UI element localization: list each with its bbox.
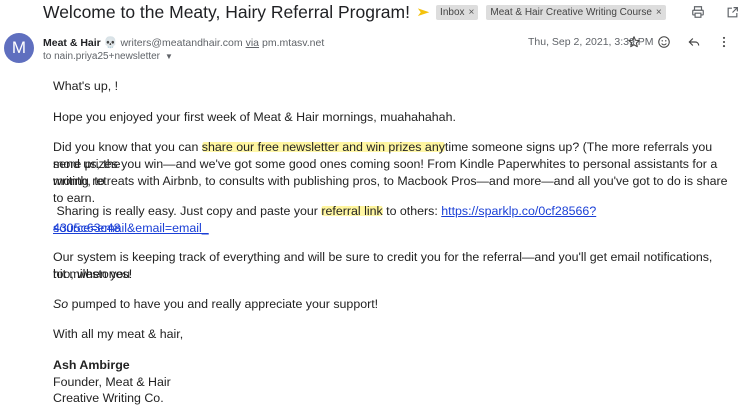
paragraph-sharing-line-2: 4305c63c48 [53,220,121,237]
paragraph-intro: Hope you enjoyed your first week of Meat… [53,110,456,124]
via-link[interactable]: via [246,37,259,49]
importance-marker-icon[interactable]: ➤ [416,5,430,19]
referral-link-continued[interactable]: 4305c63c48 [53,221,121,235]
print-icon[interactable] [690,4,706,20]
skull-emoji-icon: 💀 [103,37,118,49]
text-segment: Did you know that you can [53,140,202,154]
subject-toolbar [690,4,740,20]
via-domain: pm.mtasv.net [262,36,325,49]
show-details-chevron-icon[interactable]: ▼ [165,52,173,61]
more-options-icon[interactable] [716,34,732,50]
signoff: With all my meat & hair, [53,327,184,341]
signature-name: Ash Ambirge [53,358,130,372]
highlighted-text: referral link [321,204,383,218]
paragraph-sharing-line-1: Sharing is really easy. Just copy and pa… [53,203,733,237]
subject-row: Welcome to the Meaty, Hairy Referral Pro… [43,0,750,24]
email-subject: Welcome to the Meaty, Hairy Referral Pro… [43,1,410,22]
text-segment: pumped to have you and really appreciate… [68,297,379,311]
label-chip-course[interactable]: Meat & Hair Creative Writing Course × [486,4,666,20]
sender-row: Meat & Hair 💀 writers@meatandhair.com vi… [43,36,325,50]
greeting: What's up, ! [53,79,119,93]
paragraph-tracking-line-2: hit milestones! [53,267,133,281]
paragraph-referral-line-3: writing retreats with Airbnb, to consult… [53,174,732,205]
open-in-new-window-icon[interactable] [724,4,740,20]
message-actions [626,34,732,50]
remove-label-icon[interactable]: × [656,7,662,18]
label-chip-inbox[interactable]: Inbox × [436,4,479,20]
sender-avatar[interactable]: M [4,33,34,63]
star-icon[interactable] [626,34,642,50]
italic-text: So [53,297,69,311]
label-chip-text: Meat & Hair Creative Writing Course [490,6,652,18]
signature-title: Founder, Meat & Hair [53,375,171,389]
recipient-row[interactable]: to nain.priya25+newsletter ▼ [43,51,173,62]
sender-name[interactable]: Meat & Hair [43,37,101,49]
highlighted-text: share our free newsletter and win prizes… [201,140,445,154]
signature-organization: Creative Writing Co. [53,391,164,405]
reply-icon[interactable] [686,34,702,50]
text-segment: Sharing is really easy. Just copy and pa… [53,204,322,218]
sender-email[interactable]: writers@meatandhair.com [120,37,242,49]
paragraph-tracking-line-1: Our system is keeping track of everythin… [53,250,716,281]
remove-label-icon[interactable]: × [469,7,475,18]
paragraph-thanks: So pumped to have you and really appreci… [53,296,378,313]
emoji-reaction-icon[interactable] [656,34,672,50]
text-segment: to others: [382,204,442,218]
label-chip-text: Inbox [440,6,465,18]
recipient-text: to nain.priya25+newsletter [43,51,161,62]
